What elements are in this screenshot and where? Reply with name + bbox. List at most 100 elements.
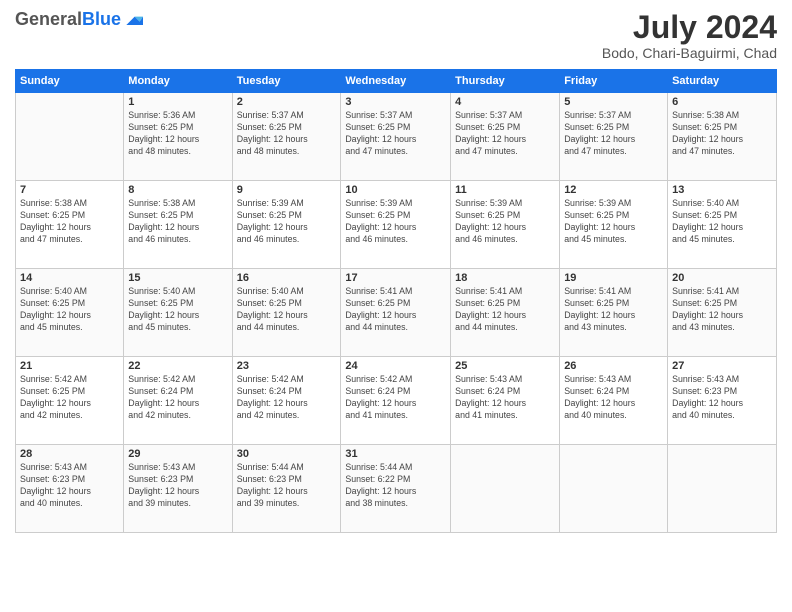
header: GeneralBlue July 2024 Bodo, Chari-Baguir… — [15, 10, 777, 61]
calendar-cell: 4 Sunrise: 5:37 AM Sunset: 6:25 PM Daylig… — [451, 93, 560, 181]
day-info: Sunrise: 5:43 AM Sunset: 6:23 PM Dayligh… — [128, 462, 227, 510]
day-number: 10 — [345, 184, 446, 196]
day-number: 25 — [455, 360, 555, 372]
day-info: Sunrise: 5:41 AM Sunset: 6:25 PM Dayligh… — [672, 286, 772, 334]
day-info: Sunrise: 5:43 AM Sunset: 6:23 PM Dayligh… — [672, 374, 772, 422]
day-number: 31 — [345, 448, 446, 460]
calendar-header-row: Sunday Monday Tuesday Wednesday Thursday… — [16, 70, 777, 93]
day-info: Sunrise: 5:38 AM Sunset: 6:25 PM Dayligh… — [20, 198, 119, 246]
day-info: Sunrise: 5:37 AM Sunset: 6:25 PM Dayligh… — [455, 110, 555, 158]
calendar-cell — [560, 445, 668, 533]
header-saturday: Saturday — [668, 70, 777, 93]
title-block: July 2024 Bodo, Chari-Baguirmi, Chad — [602, 10, 777, 61]
header-sunday: Sunday — [16, 70, 124, 93]
day-info: Sunrise: 5:41 AM Sunset: 6:25 PM Dayligh… — [564, 286, 663, 334]
day-number: 9 — [237, 184, 337, 196]
page: GeneralBlue July 2024 Bodo, Chari-Baguir… — [0, 0, 792, 612]
day-info: Sunrise: 5:41 AM Sunset: 6:25 PM Dayligh… — [455, 286, 555, 334]
day-info: Sunrise: 5:40 AM Sunset: 6:25 PM Dayligh… — [128, 286, 227, 334]
calendar-cell: 10 Sunrise: 5:39 AM Sunset: 6:25 PM Dayli… — [341, 181, 451, 269]
day-number: 23 — [237, 360, 337, 372]
day-number: 29 — [128, 448, 227, 460]
calendar-cell: 28 Sunrise: 5:43 AM Sunset: 6:23 PM Dayli… — [16, 445, 124, 533]
calendar-table: Sunday Monday Tuesday Wednesday Thursday… — [15, 69, 777, 533]
calendar-cell: 19 Sunrise: 5:41 AM Sunset: 6:25 PM Dayli… — [560, 269, 668, 357]
day-number: 26 — [564, 360, 663, 372]
day-number: 11 — [455, 184, 555, 196]
calendar-cell: 30Sunrise: 5:44 AM Sunset: 6:23 PM Dayli… — [232, 445, 341, 533]
day-number: 14 — [20, 272, 119, 284]
day-info: Sunrise: 5:39 AM Sunset: 6:25 PM Dayligh… — [345, 198, 446, 246]
calendar-cell: 2Sunrise: 5:37 AM Sunset: 6:25 PM Daylig… — [232, 93, 341, 181]
calendar-cell: 27 Sunrise: 5:43 AM Sunset: 6:23 PM Dayli… — [668, 357, 777, 445]
logo-icon — [123, 10, 143, 30]
day-number: 4 — [455, 96, 555, 108]
day-info: Sunrise: 5:40 AM Sunset: 6:25 PM Dayligh… — [20, 286, 119, 334]
day-number: 15 — [128, 272, 227, 284]
week-row-5: 28 Sunrise: 5:43 AM Sunset: 6:23 PM Dayli… — [16, 445, 777, 533]
calendar-cell: 12Sunrise: 5:39 AM Sunset: 6:25 PM Dayli… — [560, 181, 668, 269]
header-tuesday: Tuesday — [232, 70, 341, 93]
calendar-cell: 13Sunrise: 5:40 AM Sunset: 6:25 PM Dayli… — [668, 181, 777, 269]
day-info: Sunrise: 5:39 AM Sunset: 6:25 PM Dayligh… — [237, 198, 337, 246]
calendar-cell: 9 Sunrise: 5:39 AM Sunset: 6:25 PM Daylig… — [232, 181, 341, 269]
calendar-cell: 20 Sunrise: 5:41 AM Sunset: 6:25 PM Dayli… — [668, 269, 777, 357]
day-info: Sunrise: 5:42 AM Sunset: 6:25 PM Dayligh… — [20, 374, 119, 422]
day-info: Sunrise: 5:40 AM Sunset: 6:25 PM Dayligh… — [237, 286, 337, 334]
month-title: July 2024 — [602, 10, 777, 45]
day-number: 5 — [564, 96, 663, 108]
day-number: 19 — [564, 272, 663, 284]
calendar-cell: 21 Sunrise: 5:42 AM Sunset: 6:25 PM Dayli… — [16, 357, 124, 445]
week-row-3: 14 Sunrise: 5:40 AM Sunset: 6:25 PM Dayli… — [16, 269, 777, 357]
header-friday: Friday — [560, 70, 668, 93]
week-row-1: 1Sunrise: 5:36 AM Sunset: 6:25 PM Daylig… — [16, 93, 777, 181]
calendar-cell: 1Sunrise: 5:36 AM Sunset: 6:25 PM Daylig… — [124, 93, 232, 181]
calendar-cell: 14 Sunrise: 5:40 AM Sunset: 6:25 PM Dayli… — [16, 269, 124, 357]
day-info: Sunrise: 5:42 AM Sunset: 6:24 PM Dayligh… — [128, 374, 227, 422]
day-number: 28 — [20, 448, 119, 460]
calendar-cell: 16 Sunrise: 5:40 AM Sunset: 6:25 PM Dayli… — [232, 269, 341, 357]
calendar-cell — [668, 445, 777, 533]
calendar-cell: 6 Sunrise: 5:38 AM Sunset: 6:25 PM Daylig… — [668, 93, 777, 181]
calendar-cell: 22Sunrise: 5:42 AM Sunset: 6:24 PM Dayli… — [124, 357, 232, 445]
day-number: 13 — [672, 184, 772, 196]
day-info: Sunrise: 5:39 AM Sunset: 6:25 PM Dayligh… — [455, 198, 555, 246]
week-row-4: 21 Sunrise: 5:42 AM Sunset: 6:25 PM Dayli… — [16, 357, 777, 445]
day-info: Sunrise: 5:36 AM Sunset: 6:25 PM Dayligh… — [128, 110, 227, 158]
calendar-cell: 7Sunrise: 5:38 AM Sunset: 6:25 PM Daylig… — [16, 181, 124, 269]
location: Bodo, Chari-Baguirmi, Chad — [602, 45, 777, 61]
calendar-cell: 15 Sunrise: 5:40 AM Sunset: 6:25 PM Dayli… — [124, 269, 232, 357]
calendar-cell: 29 Sunrise: 5:43 AM Sunset: 6:23 PM Dayli… — [124, 445, 232, 533]
day-number: 27 — [672, 360, 772, 372]
calendar-cell: 5Sunrise: 5:37 AM Sunset: 6:25 PM Daylig… — [560, 93, 668, 181]
day-info: Sunrise: 5:44 AM Sunset: 6:23 PM Dayligh… — [237, 462, 337, 510]
calendar-cell: 26 Sunrise: 5:43 AM Sunset: 6:24 PM Dayli… — [560, 357, 668, 445]
day-info: Sunrise: 5:38 AM Sunset: 6:25 PM Dayligh… — [672, 110, 772, 158]
day-info: Sunrise: 5:38 AM Sunset: 6:25 PM Dayligh… — [128, 198, 227, 246]
day-info: Sunrise: 5:42 AM Sunset: 6:24 PM Dayligh… — [345, 374, 446, 422]
calendar-cell — [451, 445, 560, 533]
day-number: 20 — [672, 272, 772, 284]
day-number: 6 — [672, 96, 772, 108]
day-info: Sunrise: 5:43 AM Sunset: 6:24 PM Dayligh… — [455, 374, 555, 422]
day-info: Sunrise: 5:44 AM Sunset: 6:22 PM Dayligh… — [345, 462, 446, 510]
day-info: Sunrise: 5:37 AM Sunset: 6:25 PM Dayligh… — [345, 110, 446, 158]
day-info: Sunrise: 5:43 AM Sunset: 6:24 PM Dayligh… — [564, 374, 663, 422]
header-monday: Monday — [124, 70, 232, 93]
day-number: 8 — [128, 184, 227, 196]
logo-general: GeneralBlue — [15, 10, 121, 30]
calendar-cell: 18Sunrise: 5:41 AM Sunset: 6:25 PM Dayli… — [451, 269, 560, 357]
day-number: 2 — [237, 96, 337, 108]
day-number: 21 — [20, 360, 119, 372]
header-thursday: Thursday — [451, 70, 560, 93]
logo: GeneralBlue — [15, 10, 143, 30]
week-row-2: 7Sunrise: 5:38 AM Sunset: 6:25 PM Daylig… — [16, 181, 777, 269]
day-number: 3 — [345, 96, 446, 108]
day-info: Sunrise: 5:41 AM Sunset: 6:25 PM Dayligh… — [345, 286, 446, 334]
day-number: 17 — [345, 272, 446, 284]
day-number: 12 — [564, 184, 663, 196]
day-number: 24 — [345, 360, 446, 372]
day-info: Sunrise: 5:43 AM Sunset: 6:23 PM Dayligh… — [20, 462, 119, 510]
day-number: 16 — [237, 272, 337, 284]
calendar-cell: 23Sunrise: 5:42 AM Sunset: 6:24 PM Dayli… — [232, 357, 341, 445]
